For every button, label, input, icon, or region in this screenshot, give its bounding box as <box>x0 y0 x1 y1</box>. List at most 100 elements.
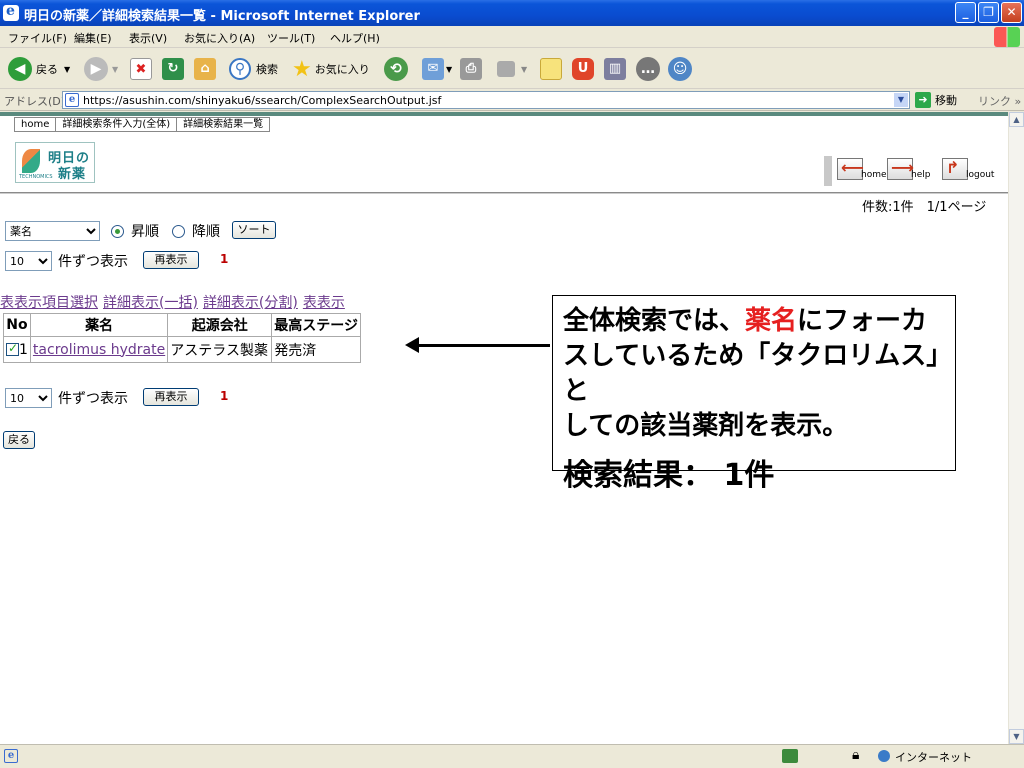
callout-result: 検索結果： 1件 <box>563 458 775 493</box>
address-dropdown-icon[interactable]: ▼ <box>894 93 908 107</box>
menu-favorites[interactable]: お気に入り(A) <box>184 30 255 46</box>
refresh-button[interactable]: ↻ <box>162 56 184 82</box>
sort-desc-radio[interactable] <box>172 225 185 238</box>
page-size-suffix: 件ずつ表示 <box>58 254 128 270</box>
messenger-button[interactable]: U <box>572 56 594 82</box>
address-input[interactable]: e https://asushin.com/shinyaku6/ssearch/… <box>62 91 910 109</box>
address-label: アドレス(D) <box>4 95 66 108</box>
help-nav-button[interactable]: ⟶ help <box>887 156 939 184</box>
back-page-button[interactable]: 戻る <box>3 431 35 449</box>
discuss-icon: … <box>636 57 660 81</box>
forward-icon: ▶ <box>84 57 108 81</box>
page-number-bottom[interactable]: 1 <box>220 389 228 403</box>
mail-dropdown-icon[interactable]: ▼ <box>446 65 452 74</box>
page-number[interactable]: 1 <box>220 252 228 266</box>
sort-field-select[interactable]: 薬名 <box>5 221 100 241</box>
logout-arrow-icon: ↱ <box>946 158 960 177</box>
menu-edit[interactable]: 編集(E) <box>74 30 112 46</box>
mail-button[interactable]: ✉ ▼ <box>422 56 452 82</box>
row-no-cell: 1 <box>3 336 31 363</box>
breadcrumb-search-input[interactable]: 詳細検索条件入力(全体) <box>56 118 178 131</box>
print-icon: ⎙ <box>460 58 482 80</box>
favorites-label: お気に入り <box>314 63 370 76</box>
breadcrumb-home[interactable]: home <box>15 118 57 131</box>
go-label: 移動 <box>935 94 957 107</box>
callout-line2: スしているため「タクロリムス」と <box>563 341 940 406</box>
mail-icon: ✉ <box>422 58 444 80</box>
header-rule <box>0 112 1008 116</box>
edit-dropdown-icon[interactable]: ▼ <box>521 65 527 74</box>
address-url[interactable]: https://asushin.com/shinyaku6/ssearch/Co… <box>83 94 441 107</box>
history-button[interactable]: ⟲ <box>384 56 408 82</box>
link-table-view[interactable]: 表表示 <box>303 295 345 311</box>
menu-file[interactable]: ファイル(F) <box>8 30 67 46</box>
discuss-button[interactable]: … <box>636 56 660 82</box>
stop-button[interactable]: ✖ <box>130 56 152 82</box>
results-table: No 薬名 起源会社 最高ステージ 1 tacrolimus hydrate ア… <box>3 313 361 363</box>
link-detail-split[interactable]: 詳細表示(分割) <box>203 295 298 311</box>
redisplay-button[interactable]: 再表示 <box>143 251 199 269</box>
forward-dropdown-icon[interactable]: ▼ <box>112 65 118 74</box>
print-button[interactable]: ⎙ <box>460 56 482 82</box>
vertical-scrollbar[interactable]: ▲ ▼ <box>1008 112 1024 744</box>
back-dropdown-icon[interactable]: ▼ <box>64 65 70 74</box>
go-button[interactable]: ➜ 移動 <box>915 92 957 108</box>
back-icon: ◀ <box>8 57 32 81</box>
result-count: 件数:1件 1/1ページ <box>862 200 987 215</box>
favorites-icon: ★ <box>292 56 312 82</box>
links-button[interactable]: リンク » <box>978 93 1021 109</box>
callout-arrow-head <box>405 337 419 353</box>
edit-button[interactable]: ▼ <box>497 56 527 82</box>
scroll-up-icon[interactable]: ▲ <box>1009 112 1024 127</box>
close-button[interactable]: ✕ <box>1001 2 1022 23</box>
contacts-button[interactable]: ☺ <box>668 56 692 82</box>
row-company-cell: アステラス製薬 <box>167 336 273 363</box>
drug-name-link[interactable]: tacrolimus hydrate <box>33 342 165 358</box>
callout-line1: 全体検索では、薬名にフォーカ <box>563 306 928 336</box>
lock-icon[interactable]: 🔒︎ <box>852 747 859 763</box>
forward-button[interactable]: ▶ ▼ <box>84 56 118 82</box>
sort-asc-radio[interactable] <box>111 225 124 238</box>
callout-arrow <box>412 344 550 347</box>
title-bar: 明日の新薬／詳細検索結果一覧 - Microsoft Internet Expl… <box>0 0 1024 26</box>
scroll-down-icon[interactable]: ▼ <box>1009 729 1024 744</box>
window-title: 明日の新薬／詳細検索結果一覧 - Microsoft Internet Expl… <box>24 9 420 24</box>
research-button[interactable]: ▥ <box>604 56 626 82</box>
link-column-select[interactable]: 表表示項目選択 <box>0 295 98 311</box>
home-nav-button[interactable]: ⟵ home <box>837 156 889 184</box>
contacts-icon: ☺ <box>668 57 692 81</box>
page-size-select[interactable]: 10 <box>5 251 52 271</box>
page-size-select-bottom[interactable]: 10 <box>5 388 52 408</box>
header-drug: 薬名 <box>29 313 169 337</box>
windows-logo-icon <box>994 27 1020 47</box>
header-divider <box>0 192 1008 194</box>
back-button[interactable]: ◀ 戻る ▼ <box>8 56 70 82</box>
logout-nav-button[interactable]: ↱ logout <box>942 156 994 184</box>
search-icon: ⚲ <box>229 58 251 80</box>
notes-button[interactable] <box>540 56 562 82</box>
view-links: 表表示項目選択 詳細表示(一括) 詳細表示(分割) 表表示 <box>0 292 350 312</box>
page-size-suffix-bottom: 件ずつ表示 <box>58 391 128 407</box>
favorites-button[interactable]: ★ お気に入り <box>292 56 370 82</box>
header-company: 起源会社 <box>167 313 273 337</box>
row-checkbox[interactable] <box>6 341 19 356</box>
sort-asc-label: 昇順 <box>131 224 159 240</box>
sort-button[interactable]: ソート <box>232 221 276 239</box>
history-icon: ⟲ <box>384 57 408 81</box>
minimize-button[interactable]: _ <box>955 2 976 23</box>
menu-view[interactable]: 表示(V) <box>129 30 167 46</box>
site-logo[interactable]: 明日の 新薬 TECHNOMICS <box>15 142 95 183</box>
menu-tools[interactable]: ツール(T) <box>267 30 315 46</box>
search-label: 検索 <box>256 63 278 76</box>
maximize-button[interactable]: ❐ <box>978 2 999 23</box>
header-stage: 最高ステージ <box>271 313 361 337</box>
edit-icon <box>497 61 515 77</box>
back-label: 戻る <box>36 63 58 76</box>
redisplay-button-bottom[interactable]: 再表示 <box>143 388 199 406</box>
row-drug-cell: tacrolimus hydrate <box>29 336 169 363</box>
stop-icon: ✖ <box>130 58 152 80</box>
menu-help[interactable]: ヘルプ(H) <box>330 30 380 46</box>
home-button[interactable]: ⌂ <box>194 56 216 82</box>
link-detail-all[interactable]: 詳細表示(一括) <box>103 295 198 311</box>
search-button[interactable]: ⚲ 検索 <box>229 56 278 82</box>
